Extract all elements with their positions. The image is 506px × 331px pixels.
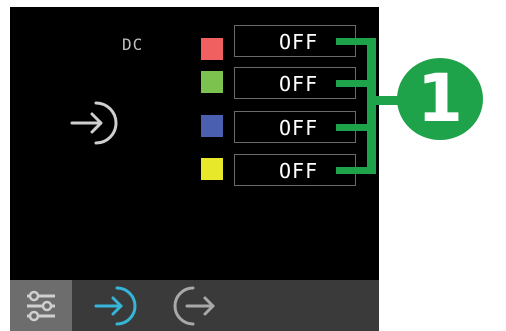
tab-input[interactable] bbox=[86, 280, 148, 331]
channel-1-value-field[interactable]: OFF bbox=[234, 25, 356, 57]
channel-4-value: OFF bbox=[279, 159, 319, 183]
channel-2-color-swatch bbox=[201, 71, 223, 93]
channel-3-color-swatch bbox=[201, 115, 223, 137]
annotation-number: 1 bbox=[417, 60, 463, 137]
channel-3-value: OFF bbox=[279, 116, 319, 140]
tab-output[interactable] bbox=[162, 280, 224, 331]
annotation-badge: 1 bbox=[397, 58, 483, 140]
input-arrow-icon bbox=[94, 286, 137, 325]
channel-1-value: OFF bbox=[279, 30, 319, 54]
dc-label: DC bbox=[122, 35, 144, 54]
sliders-icon bbox=[27, 290, 55, 321]
channel-4-color-swatch bbox=[201, 158, 223, 180]
tab-settings[interactable] bbox=[10, 280, 72, 331]
channel-1-color-swatch bbox=[201, 38, 223, 60]
input-arrow-icon bbox=[70, 101, 118, 145]
channel-2-value: OFF bbox=[279, 72, 319, 96]
output-arrow-icon bbox=[173, 286, 215, 325]
channel-4-value-field[interactable]: OFF bbox=[234, 154, 356, 186]
bottom-tab-bar bbox=[10, 280, 379, 331]
channel-2-value-field[interactable]: OFF bbox=[234, 67, 356, 99]
channel-3-value-field[interactable]: OFF bbox=[234, 111, 356, 143]
